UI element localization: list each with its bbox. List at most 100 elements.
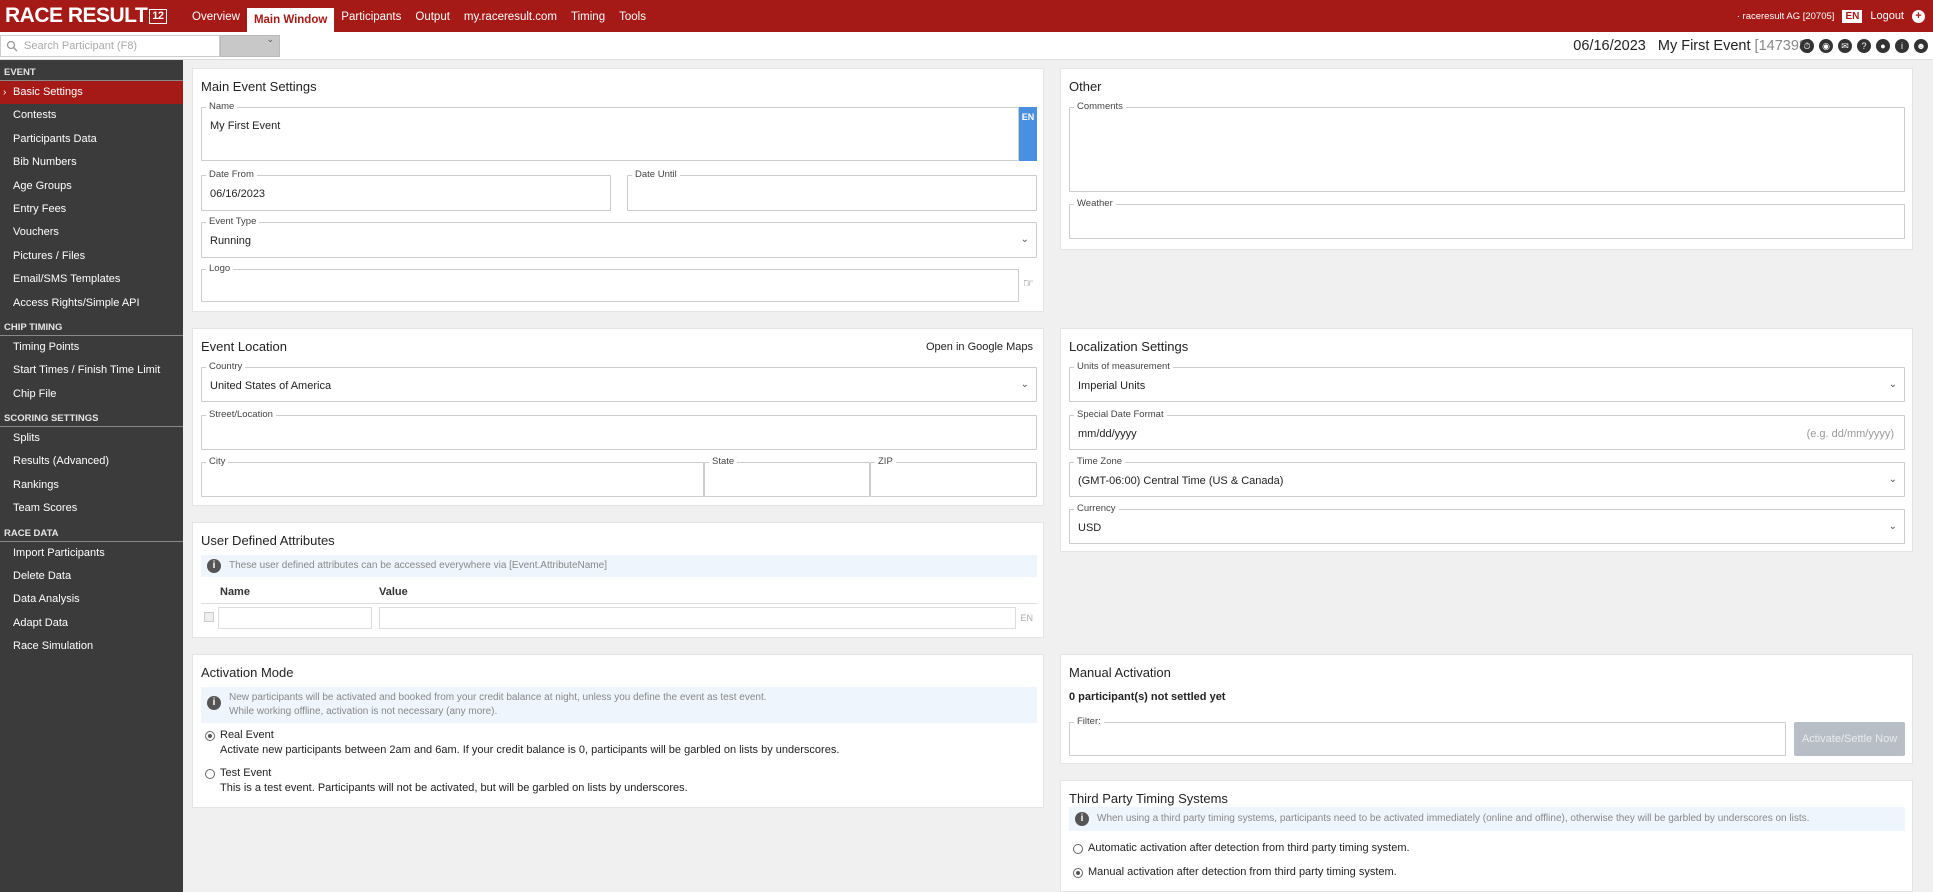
upload-icon[interactable]: ☞ bbox=[1023, 276, 1034, 290]
sidebar-item-bib-numbers[interactable]: Bib Numbers bbox=[0, 151, 183, 174]
info-icon: i bbox=[207, 559, 221, 573]
sidebar-item-basic-settings[interactable]: Basic Settings bbox=[0, 81, 183, 105]
sidebar-item-age-groups[interactable]: Age Groups bbox=[0, 175, 183, 198]
currency-select[interactable]: USD ⌄ bbox=[1069, 509, 1905, 544]
test-event-radio[interactable] bbox=[205, 769, 215, 779]
comments-field[interactable] bbox=[1069, 107, 1905, 192]
nav-main-window[interactable]: Main Window bbox=[246, 8, 335, 32]
sidebar-item-delete-data[interactable]: Delete Data bbox=[0, 565, 183, 588]
sidebar-item-team-scores[interactable]: Team Scores bbox=[0, 497, 183, 520]
nav-participants[interactable]: Participants bbox=[334, 0, 408, 32]
lifebuoy-icon[interactable]: ◉ bbox=[1819, 39, 1833, 53]
sidebar-item-timing-points[interactable]: Timing Points bbox=[0, 336, 183, 359]
logout-link[interactable]: Logout bbox=[1870, 10, 1904, 22]
manual-activation-label[interactable]: Manual activation after detection from t… bbox=[1088, 866, 1397, 878]
chevron-down-icon: ⌄ bbox=[1888, 378, 1897, 390]
attribute-value-input[interactable]: EN bbox=[379, 607, 1033, 629]
account-label[interactable]: · raceresult AG [20705] bbox=[1737, 11, 1835, 22]
sidebar-item-chip-file[interactable]: Chip File bbox=[0, 383, 183, 406]
street-field[interactable] bbox=[201, 415, 1037, 450]
zip-label: ZIP bbox=[875, 456, 896, 467]
nav-overview[interactable]: Overview bbox=[185, 0, 247, 32]
logo-field[interactable] bbox=[201, 269, 1019, 302]
info-text-line-2: While working offline, activation is not… bbox=[229, 706, 498, 717]
sidebar-item-results-advanced[interactable]: Results (Advanced) bbox=[0, 450, 183, 473]
column-header-name: Name bbox=[220, 586, 250, 598]
filter-field[interactable] bbox=[1069, 722, 1786, 756]
sidebar-item-vouchers[interactable]: Vouchers bbox=[0, 221, 183, 244]
date-format-label: Special Date Format bbox=[1074, 409, 1167, 420]
event-type-select[interactable]: Running ⌄ bbox=[201, 222, 1037, 258]
info-text-line-1: New participants will be activated and b… bbox=[229, 692, 767, 703]
city-field[interactable] bbox=[201, 462, 704, 497]
event-name-label: Name bbox=[206, 101, 238, 112]
toolbar-icons: ⏱ ◉ ✉ ? ● i ☻ bbox=[1800, 39, 1928, 53]
sidebar-item-race-simulation[interactable]: Race Simulation bbox=[0, 635, 183, 658]
google-maps-link[interactable]: Open in Google Maps bbox=[926, 341, 1033, 353]
add-row-icon[interactable] bbox=[204, 612, 214, 622]
info-box: i These user defined attributes can be a… bbox=[201, 555, 1037, 577]
sidebar-item-data-analysis[interactable]: Data Analysis bbox=[0, 588, 183, 611]
auto-activation-radio[interactable] bbox=[1073, 844, 1083, 854]
date-until-field[interactable] bbox=[627, 175, 1037, 211]
search-scope-select[interactable]: ⌄ bbox=[220, 34, 280, 57]
sidebar-item-access-rights[interactable]: Access Rights/Simple API bbox=[0, 292, 183, 315]
event-name-field[interactable]: My First Event bbox=[201, 107, 1019, 161]
sidebar-item-start-times[interactable]: Start Times / Finish Time Limit bbox=[0, 359, 183, 382]
real-event-radio[interactable] bbox=[205, 731, 215, 741]
sidebar-item-email-sms-templates[interactable]: Email/SMS Templates bbox=[0, 268, 183, 291]
nav-my-raceresult[interactable]: my.raceresult.com bbox=[457, 0, 564, 32]
sidebar-item-entry-fees[interactable]: Entry Fees bbox=[0, 198, 183, 221]
language-badge[interactable]: EN bbox=[1842, 9, 1863, 23]
weather-field[interactable] bbox=[1069, 204, 1905, 239]
manual-activation-radio[interactable] bbox=[1073, 868, 1083, 878]
users-icon[interactable]: ☻ bbox=[1914, 39, 1928, 53]
lightbulb-icon[interactable]: ● bbox=[1876, 39, 1890, 53]
sidebar-item-splits[interactable]: Splits bbox=[0, 427, 183, 450]
chat-icon[interactable]: ✉ bbox=[1838, 39, 1852, 53]
sidebar-item-rankings[interactable]: Rankings bbox=[0, 474, 183, 497]
activate-settle-button[interactable]: Activate/Settle Now bbox=[1794, 722, 1905, 756]
sidebar-item-participants-data[interactable]: Participants Data bbox=[0, 128, 183, 151]
weather-label: Weather bbox=[1074, 198, 1116, 209]
filter-label: Filter: bbox=[1074, 716, 1104, 727]
sidebar-section-race-data: RACE DATA bbox=[0, 521, 183, 542]
help-icon[interactable]: ? bbox=[1857, 39, 1871, 53]
date-from-field[interactable]: 06/16/2023 bbox=[201, 175, 611, 211]
test-event-title[interactable]: Test Event bbox=[220, 767, 271, 779]
state-field[interactable] bbox=[704, 462, 870, 497]
search-icon bbox=[6, 40, 18, 52]
search-participant[interactable]: Search Participant (F8) bbox=[0, 35, 220, 57]
date-from-label: Date From bbox=[206, 169, 257, 180]
timezone-select[interactable]: (GMT-06:00) Central Time (US & Canada) ⌄ bbox=[1069, 462, 1905, 497]
language-badge[interactable]: EN bbox=[1019, 107, 1037, 161]
date-format-value: mm/dd/yyyy bbox=[1078, 428, 1137, 440]
auto-activation-label[interactable]: Automatic activation after detection fro… bbox=[1088, 842, 1410, 854]
sidebar-section-event: EVENT bbox=[0, 60, 183, 81]
stopwatch-icon[interactable]: ⏱ bbox=[1800, 39, 1814, 53]
zip-field[interactable] bbox=[870, 462, 1037, 497]
info-icon[interactable]: i bbox=[1895, 39, 1909, 53]
sidebar-item-pictures-files[interactable]: Pictures / Files bbox=[0, 245, 183, 268]
nav-output[interactable]: Output bbox=[408, 0, 457, 32]
logout-icon[interactable]: + bbox=[1912, 9, 1925, 23]
panel-title: Manual Activation bbox=[1069, 665, 1171, 680]
app-logo[interactable]: RACE RESULT 12 bbox=[0, 0, 185, 32]
sidebar-item-adapt-data[interactable]: Adapt Data bbox=[0, 612, 183, 635]
currency-label: Currency bbox=[1074, 503, 1119, 514]
street-label: Street/Location bbox=[206, 409, 276, 420]
sidebar-item-contests[interactable]: Contests bbox=[0, 104, 183, 127]
other-panel: Other Comments Weather bbox=[1060, 68, 1913, 250]
attribute-name-input[interactable] bbox=[218, 607, 372, 629]
sidebar: EVENT Basic Settings Contests Participan… bbox=[0, 60, 183, 892]
nav-tools[interactable]: Tools bbox=[612, 0, 653, 32]
real-event-title[interactable]: Real Event bbox=[220, 729, 274, 741]
panel-title: Main Event Settings bbox=[201, 79, 317, 94]
units-select[interactable]: Imperial Units ⌄ bbox=[1069, 367, 1905, 402]
country-select[interactable]: United States of America ⌄ bbox=[201, 367, 1037, 402]
top-bar: RACE RESULT 12 Overview Main Window Part… bbox=[0, 0, 1933, 32]
activation-mode-panel: Activation Mode i New participants will … bbox=[192, 654, 1044, 808]
nav-timing[interactable]: Timing bbox=[564, 0, 612, 32]
sidebar-item-import-participants[interactable]: Import Participants bbox=[0, 542, 183, 565]
date-format-field[interactable]: mm/dd/yyyy (e.g. dd/mm/yyyy) bbox=[1069, 415, 1905, 450]
